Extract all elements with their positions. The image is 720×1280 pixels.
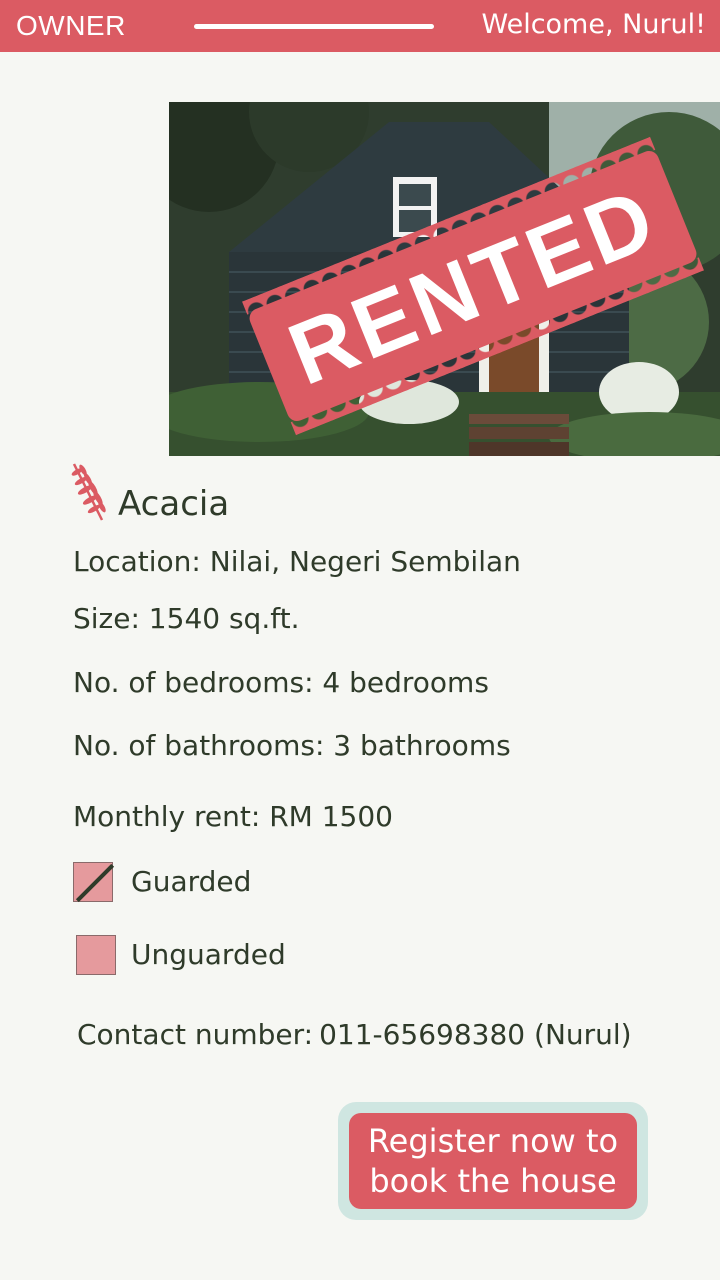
register-button[interactable]: Register now to book the house bbox=[349, 1113, 637, 1209]
welcome-message: Welcome, Nurul! bbox=[481, 9, 706, 40]
contact-label: Contact number: bbox=[77, 1018, 314, 1051]
location-text: Location: Nilai, Negeri Sembilan bbox=[73, 545, 521, 578]
house-name: Acacia bbox=[118, 484, 230, 524]
leaf-icon bbox=[68, 460, 108, 524]
unguarded-checkbox[interactable] bbox=[76, 935, 116, 975]
top-bar: OWNER Welcome, Nurul! bbox=[0, 0, 720, 52]
role-label: OWNER bbox=[16, 10, 126, 41]
bathrooms-text: No. of bathrooms: 3 bathrooms bbox=[73, 729, 511, 762]
header-divider bbox=[194, 24, 434, 29]
guarded-label: Guarded bbox=[131, 865, 252, 898]
contact-number: 011-65698380 (Nurul) bbox=[319, 1018, 632, 1051]
bedrooms-text: No. of bedrooms: 4 bedrooms bbox=[73, 666, 489, 699]
unguarded-label: Unguarded bbox=[131, 938, 286, 971]
contact-info: Contact number: 011-65698380 (Nurul) bbox=[77, 1018, 632, 1051]
rent-text: Monthly rent: RM 1500 bbox=[73, 800, 393, 833]
register-button-outline: Register now to book the house bbox=[338, 1102, 648, 1220]
guarded-checkbox[interactable] bbox=[73, 862, 113, 902]
register-button-line1: Register now to bbox=[367, 1122, 619, 1160]
register-button-line2: book the house bbox=[369, 1162, 617, 1200]
size-text: Size: 1540 sq.ft. bbox=[73, 602, 300, 635]
